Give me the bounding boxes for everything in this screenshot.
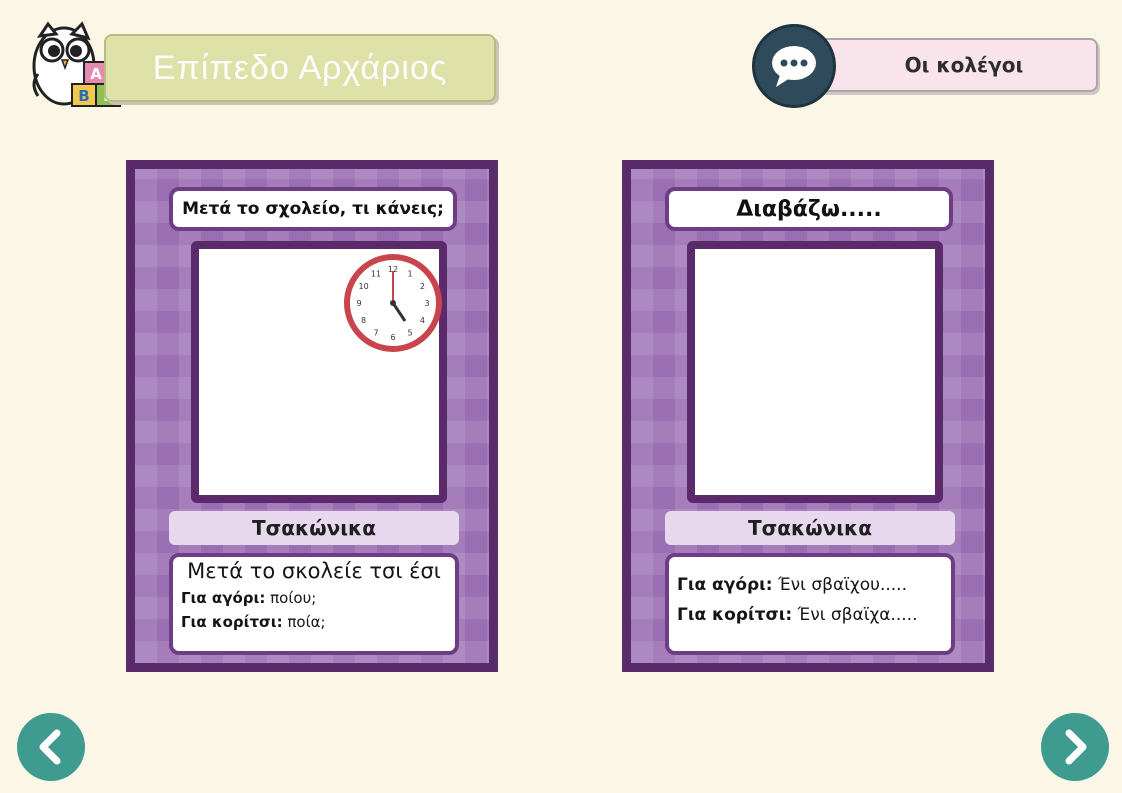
chevron-left-icon [39, 729, 61, 765]
colleagues-button[interactable]: Οι κολέγοι [808, 38, 1098, 92]
card-title: Διαβάζω..... [665, 187, 953, 231]
clock-number: 9 [356, 299, 361, 308]
chevron-right-icon [1065, 729, 1087, 765]
svg-text:Β: Β [78, 87, 89, 105]
girl-label: Για κορίτσι: [181, 613, 283, 631]
card-title: Μετά το σχολείο, τι κάνεις; [169, 187, 457, 231]
phrase-box: Μετά το σκολείε τσι έσι Για αγόρι: ποίου… [169, 553, 459, 655]
chat-bubble-icon[interactable] [752, 24, 836, 108]
girl-value: Ένι σβαϊχα..... [797, 605, 918, 625]
girl-line: Για κορίτσι: Ένι σβαϊχα..... [677, 605, 943, 625]
clock-icon: 121234567891011 [344, 254, 442, 352]
boy-value: Ένι σβαϊχου..... [778, 575, 907, 595]
svg-text:Α: Α [90, 65, 102, 83]
clock-number: 8 [361, 316, 366, 325]
phrase-text: Μετά το σκολείε τσι έσι [187, 559, 441, 583]
girl-line: Για κορίτσι: ποία; [181, 613, 447, 631]
phrase-box: Για αγόρι: Ένι σβαϊχου..... Για κορίτσι:… [665, 553, 955, 655]
girl-value: ποία; [287, 613, 326, 631]
level-title-banner: Επίπεδο Αρχάριος [104, 34, 496, 102]
clock-number: 10 [359, 282, 369, 291]
clock-number: 2 [420, 282, 425, 291]
next-button[interactable] [1041, 713, 1109, 781]
language-label: Τσακώνικα [169, 511, 459, 545]
clock-number: 11 [371, 270, 381, 279]
girl-label: Για κορίτσι: [677, 605, 793, 625]
boy-value: ποίου; [270, 589, 317, 607]
clock-number: 4 [420, 316, 425, 325]
clock-number: 6 [390, 333, 395, 342]
clock-number: 7 [373, 328, 378, 337]
boy-label: Για αγόρι: [677, 575, 773, 595]
card-image: 12 1 2 3 4 5 6 7 8 9 10 11 [191, 241, 447, 503]
level-title: Επίπεδο Αρχάριος [152, 48, 448, 87]
flashcard-left: Μετά το σχολείο, τι κάνεις; 12 1 2 3 4 5 6 7 8 9 1… [126, 160, 498, 672]
language-label: Τσακώνικα [665, 511, 955, 545]
clock-number: 3 [424, 299, 429, 308]
boy-line: Για αγόρι: Ένι σβαϊχου..... [677, 575, 943, 595]
boy-label: Για αγόρι: [181, 589, 266, 607]
card-image [687, 241, 943, 503]
previous-button[interactable] [17, 713, 85, 781]
flashcard-right: Διαβάζω..... Τσακώνικα Για αγόρι: Ένι σβ… [622, 160, 994, 672]
clock-number: 1 [407, 270, 412, 279]
colleagues-label: Οι κολέγοι [904, 53, 1024, 77]
clock-number: 5 [407, 328, 412, 337]
boy-line: Για αγόρι: ποίου; [181, 589, 447, 607]
